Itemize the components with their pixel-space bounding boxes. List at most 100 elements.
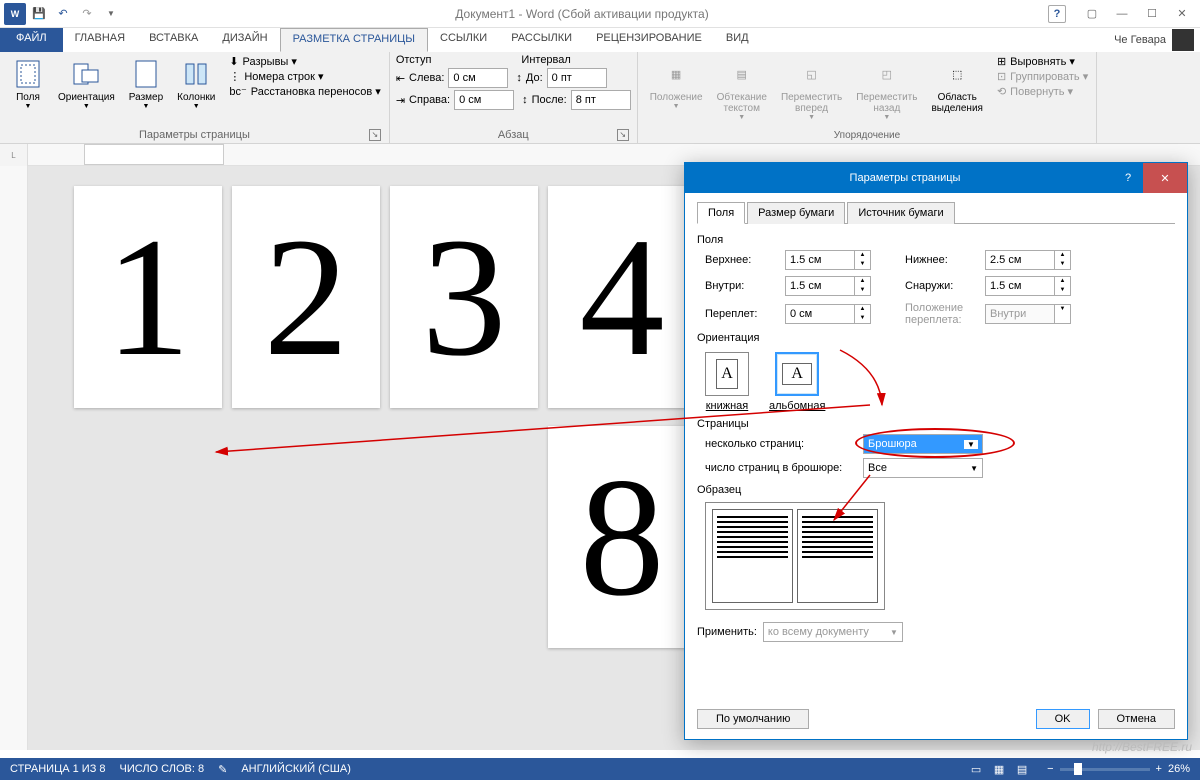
position-button[interactable]: ▦Положение▼ [644,54,709,114]
paragraph-launcher[interactable]: ↘ [617,129,629,141]
size-button[interactable]: Размер▼ [123,54,169,114]
columns-button[interactable]: Колонки▼ [171,54,221,114]
spacing-after-icon: ↕ [522,94,528,106]
margin-outside-input[interactable] [985,276,1055,296]
save-button[interactable]: 💾 [28,3,50,25]
dialog-tab-paper[interactable]: Размер бумаги [747,202,845,224]
page-3[interactable]: 3 [390,186,538,408]
indent-right-input[interactable] [454,90,514,110]
tab-file[interactable]: ФАЙЛ [0,28,63,52]
spacing-after-input[interactable] [571,90,631,110]
user-area[interactable]: Че Гевара [1114,28,1200,52]
rotate-icon: ⟲ [997,85,1006,98]
dialog-help-button[interactable]: ? [1113,163,1143,193]
status-language[interactable]: АНГЛИЙСКИЙ (США) [241,763,351,775]
zoom-slider[interactable] [1060,768,1150,771]
zoom-in-button[interactable]: + [1156,763,1162,775]
margins-section-title: Поля [697,234,1175,246]
spin-up[interactable]: ▲ [855,305,870,314]
margin-bottom-input[interactable] [985,250,1055,270]
hyphenation-icon: bc⁻ [229,85,246,98]
tab-home[interactable]: ГЛАВНАЯ [63,28,137,52]
spin-up[interactable]: ▲ [855,277,870,286]
dialog-titlebar[interactable]: Параметры страницы ? ✕ [685,163,1187,193]
default-button[interactable]: По умолчанию [697,709,809,729]
spacing-before-input[interactable] [547,68,607,88]
dialog-tab-source[interactable]: Источник бумаги [847,202,954,224]
group-button[interactable]: ⊡Группировать ▾ [995,69,1090,84]
tab-references[interactable]: ССЫЛКИ [428,28,499,52]
bring-forward-button[interactable]: ◱Переместить вперед▼ [775,54,848,125]
page-2[interactable]: 2 [232,186,380,408]
orientation-portrait[interactable]: A книжная [705,352,749,412]
line-numbers-button[interactable]: ⋮Номера строк ▾ [227,69,383,84]
redo-button[interactable]: ↷ [76,3,98,25]
title-right: ? ▢ — ☐ ✕ [1042,5,1196,23]
avatar[interactable] [1172,29,1194,51]
align-button[interactable]: ⊞Выровнять ▾ [995,54,1090,69]
multi-pages-select[interactable]: Брошюра▼ [863,434,983,454]
help-icon[interactable]: ? [1048,5,1066,23]
sheets-select[interactable]: Все▼ [863,458,983,478]
spin-down[interactable]: ▼ [855,260,870,269]
wrap-text-button[interactable]: ▤Обтекание текстом▼ [711,54,773,125]
spin-down[interactable]: ▼ [855,314,870,323]
undo-button[interactable]: ↶ [52,3,74,25]
ribbon-display-options[interactable]: ▢ [1078,5,1106,23]
vertical-ruler[interactable] [0,166,28,750]
status-proofing-icon[interactable]: ✎ [218,763,227,776]
page-setup-launcher[interactable]: ↘ [369,129,381,141]
group-label-page-setup: Параметры страницы↘ [6,127,383,143]
indent-right-icon: ⇥ [396,94,405,107]
spin-up[interactable]: ▲ [1055,277,1070,286]
apply-to-label: Применить: [697,626,757,638]
tab-view[interactable]: ВИД [714,28,761,52]
spin-down[interactable]: ▼ [1055,260,1070,269]
view-print-layout[interactable]: ▦ [988,760,1010,778]
view-web-layout[interactable]: ▤ [1011,760,1033,778]
breaks-button[interactable]: ⬇Разрывы ▾ [227,54,383,69]
indent-left-input[interactable] [448,68,508,88]
status-words[interactable]: ЧИСЛО СЛОВ: 8 [120,763,205,775]
margins-icon [12,58,44,90]
word-icon[interactable]: W [4,3,26,25]
spin-down[interactable]: ▼ [1055,286,1070,295]
orientation-landscape[interactable]: A альбомная [769,352,825,412]
page-4[interactable]: 4 [548,186,696,408]
tab-insert[interactable]: ВСТАВКА [137,28,210,52]
dialog-close-button[interactable]: ✕ [1143,163,1187,193]
zoom-value[interactable]: 26% [1168,763,1190,775]
selection-pane-button[interactable]: ⬚Область выделения [925,54,988,118]
ruler-corner: L [0,144,28,166]
maximize-button[interactable]: ☐ [1138,5,1166,23]
tab-design[interactable]: ДИЗАЙН [210,28,279,52]
margin-top-input[interactable] [785,250,855,270]
margin-inside-input[interactable] [785,276,855,296]
zoom-out-button[interactable]: − [1047,763,1053,775]
columns-icon [180,58,212,90]
close-button[interactable]: ✕ [1168,5,1196,23]
dialog-tab-margins[interactable]: Поля [697,202,745,224]
status-page[interactable]: СТРАНИЦА 1 ИЗ 8 [10,763,106,775]
tab-review[interactable]: РЕЦЕНЗИРОВАНИЕ [584,28,714,52]
tab-mailings[interactable]: РАССЫЛКИ [499,28,584,52]
view-read-mode[interactable]: ▭ [965,760,987,778]
spin-up[interactable]: ▲ [1055,251,1070,260]
rotate-button[interactable]: ⟲Повернуть ▾ [995,84,1090,99]
minimize-button[interactable]: — [1108,5,1136,23]
cancel-button[interactable]: Отмена [1098,709,1175,729]
margins-button[interactable]: Поля▼ [6,54,50,114]
apply-to-select[interactable]: ко всему документу▼ [763,622,903,642]
hyphenation-button[interactable]: bc⁻Расстановка переносов ▾ [227,84,383,99]
spin-down[interactable]: ▼ [855,286,870,295]
tab-layout[interactable]: РАЗМЕТКА СТРАНИЦЫ [280,28,428,52]
page-8[interactable]: 8 [548,426,696,648]
send-backward-button[interactable]: ◰Переместить назад▼ [850,54,923,125]
page-1[interactable]: 1 [74,186,222,408]
orientation-button[interactable]: Ориентация▼ [52,54,121,114]
gutter-input[interactable] [785,304,855,324]
ok-button[interactable]: OK [1036,709,1090,729]
spin-up[interactable]: ▲ [855,251,870,260]
qat-customize[interactable]: ▼ [100,3,122,25]
pages-section-title: Страницы [697,418,1175,430]
